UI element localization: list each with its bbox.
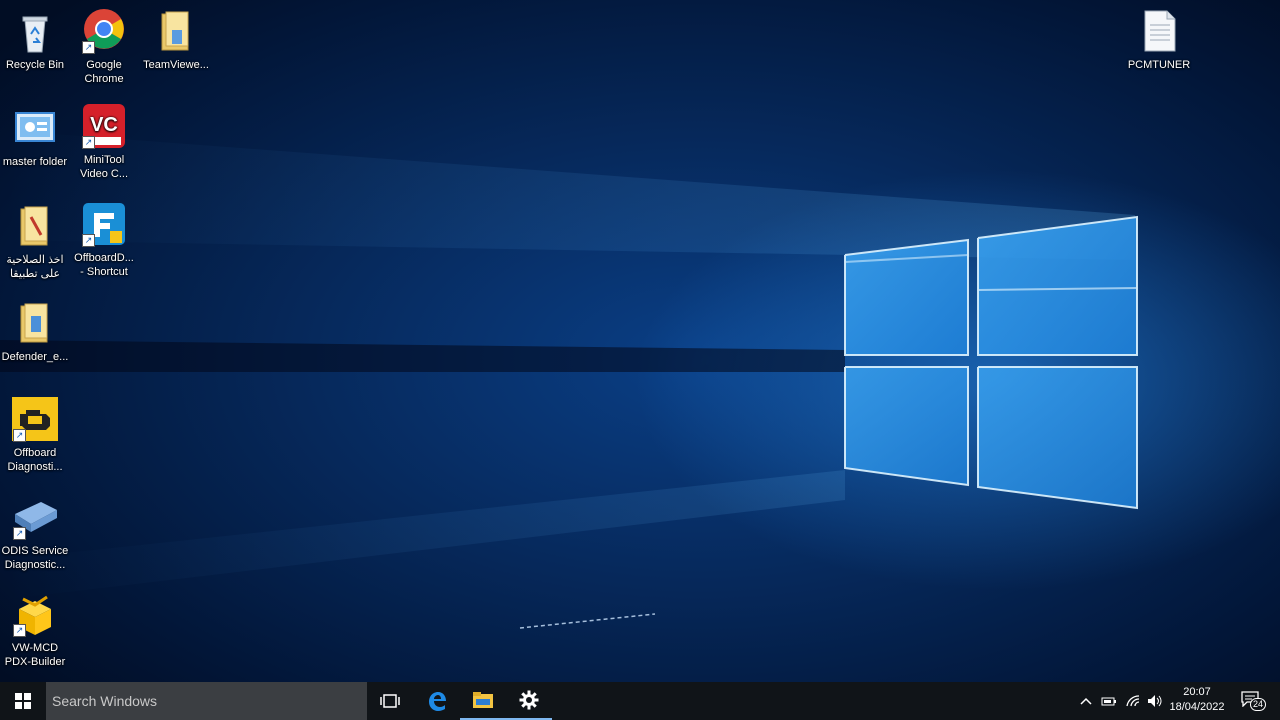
windows-logo-light-graphic	[0, 130, 1138, 629]
shortcut-arrow-icon: ↗	[13, 624, 26, 637]
desktop-icon-label: Google Chrome	[84, 59, 124, 85]
desktop-icon-minitool-video[interactable]: VC ↗ MiniTool Video C...	[68, 103, 140, 181]
shortcut-arrow-icon: ↗	[82, 234, 95, 247]
power-tray-button[interactable]	[1098, 682, 1120, 720]
minitool-video-icon: VC ↗	[80, 103, 128, 151]
desktop-icon-arabic-folder[interactable]: اخذ الصلاحية على تطبيقا	[0, 203, 71, 281]
desktop-icon-label: PCMTUNER	[1127, 59, 1191, 71]
shortcut-arrow-icon: ↗	[82, 136, 95, 149]
folder-icon	[11, 300, 59, 348]
vci-device-icon: ↗	[11, 494, 59, 542]
desktop-icon-google-chrome[interactable]: ↗ Google Chrome	[68, 8, 140, 86]
action-center-button[interactable]: 24	[1236, 682, 1268, 720]
desktop-icon-label: MiniTool Video C...	[79, 154, 129, 180]
desktop-icon-offboard-diagnostic[interactable]: ↗ Offboard Diagnosti...	[0, 396, 71, 474]
desktop-icon-defender[interactable]: Defender_e...	[0, 300, 71, 364]
desktop-icon-pcmtuner[interactable]: PCMTUNER	[1123, 8, 1195, 72]
wifi-icon	[1126, 695, 1140, 707]
clock-date: 18/04/2022	[1169, 701, 1225, 713]
package-icon: ↗	[11, 591, 59, 639]
desktop-icon-master-folder[interactable]: master folder	[0, 105, 71, 169]
minitool-badge-text: VC	[90, 114, 118, 136]
control-panel-icon	[11, 105, 59, 153]
speaker-icon	[1148, 695, 1162, 707]
desktop-icon-teamviewer[interactable]: TeamViewe...	[140, 8, 212, 72]
offboard-diagnostic-icon: ↗	[80, 201, 128, 249]
shortcut-arrow-icon: ↗	[13, 429, 26, 442]
chrome-icon: ↗	[80, 8, 128, 56]
desktop-icon-label: Defender_e...	[1, 351, 69, 363]
task-view-button[interactable]	[367, 682, 413, 720]
battery-plug-icon	[1101, 697, 1116, 706]
desktop-icon-vw-mcd-pdx[interactable]: ↗ VW-MCD PDX-Builder	[0, 591, 71, 669]
clock-time: 20:07	[1183, 686, 1211, 698]
desktop-icon-label: TeamViewe...	[143, 59, 209, 71]
desktop-icon-label: Offboard Diagnosti...	[7, 447, 63, 473]
desktop-icon-label: VW-MCD PDX-Builder	[4, 642, 66, 668]
notification-count-badge: 24	[1250, 698, 1267, 711]
chevron-up-icon	[1080, 697, 1092, 705]
desktop-wallpaper	[0, 0, 1280, 682]
document-icon	[1135, 8, 1183, 56]
show-hidden-icons-button[interactable]	[1076, 682, 1096, 720]
settings-icon	[519, 690, 539, 710]
shortcut-arrow-icon: ↗	[82, 41, 95, 54]
recycle-bin-icon	[11, 8, 59, 56]
search-placeholder: Search Windows	[52, 693, 158, 709]
desktop-icon-label: master folder	[2, 156, 68, 168]
taskbar-clock[interactable]: 20:07 18/04/2022	[1162, 685, 1232, 715]
windows-start-icon	[15, 693, 31, 709]
file-explorer-button[interactable]	[460, 682, 506, 720]
desktop-icon-label: ODIS Service Diagnostic...	[1, 545, 69, 571]
desktop-icon-label: Recycle Bin	[5, 59, 65, 71]
desktop-icon-odis-service[interactable]: ↗ ODIS Service Diagnostic...	[0, 494, 71, 572]
shortcut-arrow-icon: ↗	[13, 527, 26, 540]
desktop-icon-label: اخذ الصلاحية على تطبيقا	[6, 254, 64, 280]
edge-button[interactable]	[414, 682, 460, 720]
file-explorer-icon	[473, 692, 493, 708]
folder-icon	[11, 203, 59, 251]
taskbar: Search Windows 20:07 18/04/2022 24	[0, 682, 1280, 720]
desktop-icon-label: OffboardD... - Shortcut	[74, 252, 134, 278]
settings-button[interactable]	[506, 682, 552, 720]
engine-check-icon: ↗	[11, 396, 59, 444]
folder-icon	[152, 8, 200, 56]
desktop-icon-offboard-shortcut[interactable]: ↗ OffboardD... - Shortcut	[68, 201, 140, 279]
network-tray-button[interactable]	[1122, 682, 1144, 720]
search-box[interactable]: Search Windows	[46, 682, 367, 720]
edge-icon	[429, 692, 446, 711]
start-button[interactable]	[0, 682, 46, 720]
task-view-icon	[380, 694, 400, 708]
desktop-icon-recycle-bin[interactable]: Recycle Bin	[0, 8, 71, 72]
